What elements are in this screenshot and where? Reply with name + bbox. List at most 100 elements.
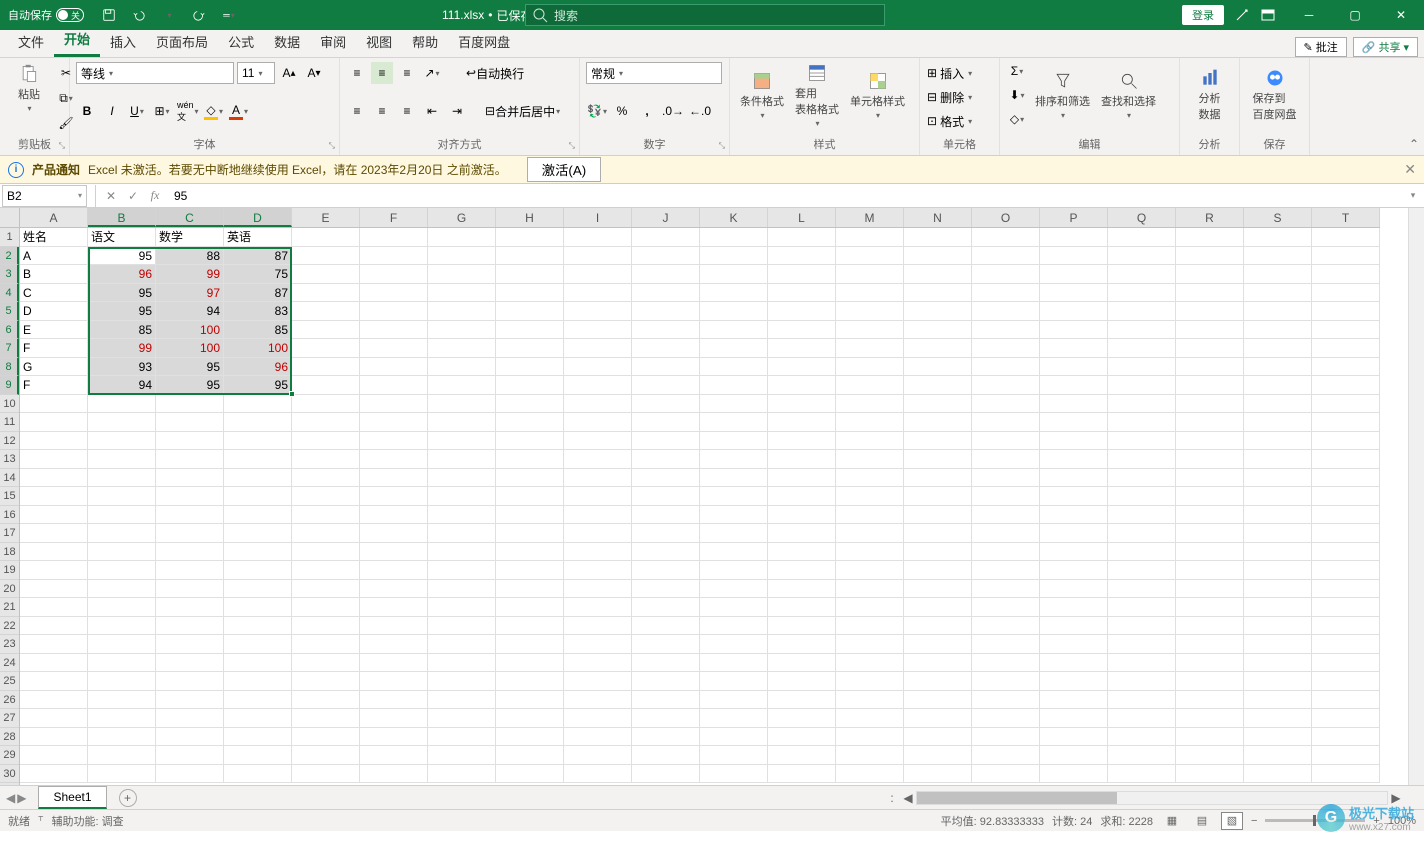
cell-R27[interactable] <box>1176 709 1244 728</box>
cell-N15[interactable] <box>904 487 972 506</box>
cell-O8[interactable] <box>972 358 1040 377</box>
cell-O16[interactable] <box>972 506 1040 525</box>
cell-E7[interactable] <box>292 339 360 358</box>
col-header-N[interactable]: N <box>904 208 972 227</box>
align-center-icon[interactable]: ≡ <box>371 100 393 122</box>
cell-P21[interactable] <box>1040 598 1108 617</box>
ribbon-display-icon[interactable] <box>1260 7 1276 23</box>
cell-K11[interactable] <box>700 413 768 432</box>
qat-customize[interactable]: ═ <box>218 4 240 26</box>
cell-A26[interactable] <box>20 691 88 710</box>
cell-O26[interactable] <box>972 691 1040 710</box>
cell-B13[interactable] <box>88 450 156 469</box>
cell-T26[interactable] <box>1312 691 1380 710</box>
cell-P29[interactable] <box>1040 746 1108 765</box>
cell-C4[interactable]: 97 <box>156 284 224 303</box>
cell-B14[interactable] <box>88 469 156 488</box>
cell-P8[interactable] <box>1040 358 1108 377</box>
row-header-18[interactable]: 18 <box>0 543 19 562</box>
cell-S25[interactable] <box>1244 672 1312 691</box>
cell-O30[interactable] <box>972 765 1040 784</box>
row-header-19[interactable]: 19 <box>0 561 19 580</box>
cell-C13[interactable] <box>156 450 224 469</box>
cell-K4[interactable] <box>700 284 768 303</box>
cell-I16[interactable] <box>564 506 632 525</box>
cell-S26[interactable] <box>1244 691 1312 710</box>
cell-D5[interactable]: 83 <box>224 302 292 321</box>
underline-icon[interactable]: U <box>126 100 148 122</box>
cell-T15[interactable] <box>1312 487 1380 506</box>
tab-baidu[interactable]: 百度网盘 <box>448 26 520 57</box>
tab-view[interactable]: 视图 <box>356 26 402 57</box>
cell-Q7[interactable] <box>1108 339 1176 358</box>
cell-B15[interactable] <box>88 487 156 506</box>
cell-K15[interactable] <box>700 487 768 506</box>
undo-icon[interactable] <box>128 4 150 26</box>
cell-J30[interactable] <box>632 765 700 784</box>
cell-G10[interactable] <box>428 395 496 414</box>
cell-G26[interactable] <box>428 691 496 710</box>
cell-G3[interactable] <box>428 265 496 284</box>
cell-R3[interactable] <box>1176 265 1244 284</box>
cell-O5[interactable] <box>972 302 1040 321</box>
cell-F8[interactable] <box>360 358 428 377</box>
col-header-T[interactable]: T <box>1312 208 1380 227</box>
number-format-combo[interactable]: 常规▾ <box>586 62 722 84</box>
cell-H25[interactable] <box>496 672 564 691</box>
cell-H1[interactable] <box>496 228 564 247</box>
cell-K19[interactable] <box>700 561 768 580</box>
bold-icon[interactable]: B <box>76 100 98 122</box>
cell-N5[interactable] <box>904 302 972 321</box>
cell-Q24[interactable] <box>1108 654 1176 673</box>
cell-N12[interactable] <box>904 432 972 451</box>
cell-R9[interactable] <box>1176 376 1244 395</box>
cell-I19[interactable] <box>564 561 632 580</box>
cell-J5[interactable] <box>632 302 700 321</box>
cell-D21[interactable] <box>224 598 292 617</box>
cell-K16[interactable] <box>700 506 768 525</box>
cell-J25[interactable] <box>632 672 700 691</box>
cell-E23[interactable] <box>292 635 360 654</box>
cell-A4[interactable]: C <box>20 284 88 303</box>
cell-O27[interactable] <box>972 709 1040 728</box>
cell-M25[interactable] <box>836 672 904 691</box>
cell-E29[interactable] <box>292 746 360 765</box>
cell-N7[interactable] <box>904 339 972 358</box>
cell-A11[interactable] <box>20 413 88 432</box>
cell-H30[interactable] <box>496 765 564 784</box>
cell-K2[interactable] <box>700 247 768 266</box>
col-header-A[interactable]: A <box>20 208 88 227</box>
cell-I23[interactable] <box>564 635 632 654</box>
cell-Q30[interactable] <box>1108 765 1176 784</box>
cell-H27[interactable] <box>496 709 564 728</box>
cell-I25[interactable] <box>564 672 632 691</box>
cell-F22[interactable] <box>360 617 428 636</box>
cell-T30[interactable] <box>1312 765 1380 784</box>
cell-C21[interactable] <box>156 598 224 617</box>
cell-J12[interactable] <box>632 432 700 451</box>
cell-M5[interactable] <box>836 302 904 321</box>
cell-P22[interactable] <box>1040 617 1108 636</box>
cell-D13[interactable] <box>224 450 292 469</box>
align-right-icon[interactable]: ≡ <box>396 100 418 122</box>
cell-Q3[interactable] <box>1108 265 1176 284</box>
cell-M13[interactable] <box>836 450 904 469</box>
cell-A8[interactable]: G <box>20 358 88 377</box>
cell-B11[interactable] <box>88 413 156 432</box>
cell-Q14[interactable] <box>1108 469 1176 488</box>
cell-S17[interactable] <box>1244 524 1312 543</box>
cell-I11[interactable] <box>564 413 632 432</box>
percent-icon[interactable]: % <box>611 100 633 122</box>
cell-F26[interactable] <box>360 691 428 710</box>
row-header-5[interactable]: 5 <box>0 302 19 321</box>
cell-C12[interactable] <box>156 432 224 451</box>
cell-M23[interactable] <box>836 635 904 654</box>
cell-B25[interactable] <box>88 672 156 691</box>
increase-decimal-icon[interactable]: .0→ <box>661 100 685 122</box>
cell-P5[interactable] <box>1040 302 1108 321</box>
undo-dropdown[interactable] <box>158 4 180 26</box>
cell-N30[interactable] <box>904 765 972 784</box>
cell-T22[interactable] <box>1312 617 1380 636</box>
cell-P23[interactable] <box>1040 635 1108 654</box>
row-header-29[interactable]: 29 <box>0 746 19 765</box>
